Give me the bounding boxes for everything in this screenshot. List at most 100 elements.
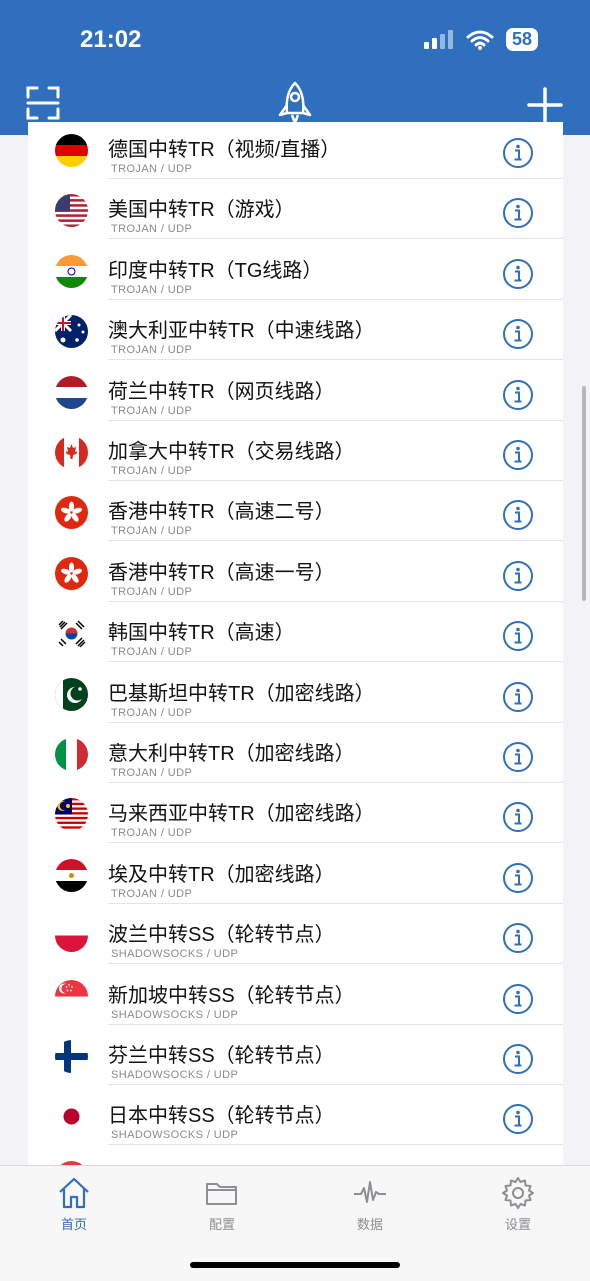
server-row-partial[interactable] <box>28 1146 563 1165</box>
flag-pl-icon <box>55 919 88 953</box>
info-button[interactable] <box>502 862 534 894</box>
server-row[interactable]: 韩国中转TR（高速） TROJAN / UDP <box>28 602 563 663</box>
info-icon <box>503 802 533 833</box>
plus-icon <box>527 87 563 123</box>
tab-home[interactable]: 首页 <box>34 1176 114 1233</box>
server-row[interactable]: 日本中转SS（轮转节点） SHADOWSOCKS / UDP <box>28 1085 563 1146</box>
server-row[interactable]: 香港中转TR（高速二号） TROJAN / UDP <box>28 481 563 542</box>
scan-icon <box>26 86 60 120</box>
add-button[interactable] <box>527 87 563 123</box>
flag-hk-icon <box>55 556 88 590</box>
cellular-signal-icon <box>423 29 453 49</box>
flag-sg-icon <box>55 979 88 1013</box>
info-button[interactable] <box>502 620 534 652</box>
server-row[interactable]: 巴基斯坦中转TR（加密线路） TROJAN / UDP <box>28 663 563 723</box>
info-icon <box>503 500 533 531</box>
server-protocol: TROJAN / UDP <box>111 163 193 175</box>
flag-it-icon <box>55 738 88 771</box>
server-protocol: TROJAN / UDP <box>111 525 193 538</box>
info-button[interactable] <box>502 499 534 531</box>
server-row[interactable]: 芬兰中转SS（轮转节点） SHADOWSOCKS / UDP <box>28 1025 563 1085</box>
server-row[interactable]: 香港中转TR（高速一号） TROJAN / UDP <box>28 542 563 602</box>
flag-my-icon <box>55 798 88 832</box>
flag-jp-icon <box>55 1100 88 1134</box>
info-button[interactable] <box>502 560 534 592</box>
server-name: 加拿大中转TR（交易线路） <box>108 441 355 463</box>
info-button[interactable] <box>502 1043 534 1075</box>
info-icon <box>503 560 533 591</box>
server-row[interactable]: 埃及中转TR（加密线路） TROJAN / UDP <box>28 844 563 904</box>
server-list[interactable]: 德国中转TR（视频/直播） TROJAN / UDP 美国中转TR（游戏） TROJA… <box>28 122 563 1165</box>
server-name: 埃及中转TR（加密线路） <box>108 863 335 886</box>
info-icon <box>503 621 533 652</box>
server-row[interactable]: 意大利中转TR（加密线路） TROJAN / UDP <box>28 723 563 783</box>
server-protocol: TROJAN / UDP <box>111 283 193 296</box>
top-header: 21:02 58 <box>0 0 590 135</box>
folder-icon <box>206 1183 237 1205</box>
info-icon <box>503 862 533 893</box>
info-icon <box>503 440 533 470</box>
info-button[interactable] <box>502 1103 534 1135</box>
home-indicator[interactable] <box>190 1262 400 1268</box>
status-icons: 58 <box>423 28 538 51</box>
flag-de-icon <box>55 134 88 167</box>
tab-config[interactable]: 配置 <box>182 1176 262 1233</box>
server-row[interactable]: 新加坡中转SS（轮转节点） SHADOWSOCKS / UDP <box>28 965 563 1025</box>
server-row[interactable]: 波兰中转SS（轮转节点） SHADOWSOCKS / UDP <box>28 904 563 965</box>
info-button[interactable] <box>502 318 534 350</box>
info-button[interactable] <box>502 197 534 229</box>
server-name: 波兰中转SS（轮转节点） <box>108 924 335 947</box>
info-icon <box>503 983 533 1014</box>
server-row[interactable]: 加拿大中转TR（交易线路） TROJAN / UDP <box>28 421 563 481</box>
info-icon <box>503 1044 533 1074</box>
flag-nl-icon <box>55 375 88 409</box>
info-button[interactable] <box>502 439 534 471</box>
info-button[interactable] <box>502 379 534 411</box>
flag-au-icon <box>55 315 88 349</box>
server-name: 日本中转SS（轮转节点） <box>108 1105 335 1128</box>
flag-ca-icon <box>55 436 88 469</box>
info-button[interactable] <box>502 801 534 833</box>
server-row[interactable]: 德国中转TR（视频/直播） TROJAN / UDP <box>28 122 563 179</box>
server-protocol: TROJAN / UDP <box>111 344 193 357</box>
server-protocol: TROJAN / UDP <box>111 887 193 900</box>
info-icon <box>503 198 533 229</box>
info-icon <box>503 923 533 954</box>
server-name: 马来西亚中转TR（加密线路） <box>108 803 375 826</box>
scrollbar[interactable] <box>582 386 586 601</box>
server-name: 芬兰中转SS（轮转节点） <box>108 1045 335 1067</box>
server-name: 美国中转TR（游戏） <box>108 199 295 222</box>
server-row[interactable]: 澳大利亚中转TR（中速线路） TROJAN / UDP <box>28 300 563 361</box>
tab-settings-label: 设置 <box>504 1218 531 1233</box>
info-icon <box>503 258 533 289</box>
status-time: 21:02 <box>80 26 142 53</box>
server-protocol: TROJAN / UDP <box>111 767 193 779</box>
info-button[interactable] <box>502 922 534 954</box>
server-row[interactable]: 印度中转TR（TG线路） TROJAN / UDP <box>28 240 563 300</box>
activity-icon <box>354 1181 386 1203</box>
home-icon <box>59 1177 89 1209</box>
info-icon <box>503 1104 533 1135</box>
server-name: 澳大利亚中转TR（中速线路） <box>108 320 375 343</box>
server-name: 印度中转TR（TG线路） <box>108 259 323 282</box>
server-row[interactable]: 马来西亚中转TR（加密线路） TROJAN / UDP <box>28 783 563 844</box>
info-button[interactable] <box>502 258 534 290</box>
server-name: 巴基斯坦中转TR（加密线路） <box>108 682 375 705</box>
info-button[interactable] <box>502 741 534 773</box>
info-icon <box>503 319 533 350</box>
tab-settings[interactable]: 设置 <box>478 1176 558 1233</box>
info-button[interactable] <box>502 137 534 169</box>
server-row[interactable]: 美国中转TR（游戏） TROJAN / UDP <box>28 179 563 240</box>
server-name: 意大利中转TR（加密线路） <box>108 743 355 765</box>
server-protocol: SHADOWSOCKS / UDP <box>111 1008 239 1021</box>
flag-pk-icon <box>55 677 88 711</box>
rocket-icon <box>278 81 312 125</box>
server-row[interactable]: 荷兰中转TR（网页线路） TROJAN / UDP <box>28 361 563 421</box>
tab-data[interactable]: 数据 <box>330 1176 410 1233</box>
gear-icon <box>502 1177 534 1209</box>
battery-level: 58 <box>505 28 538 51</box>
server-protocol: TROJAN / UDP <box>111 827 193 840</box>
info-button[interactable] <box>502 681 534 713</box>
info-button[interactable] <box>502 983 534 1015</box>
scan-button[interactable] <box>26 86 60 120</box>
